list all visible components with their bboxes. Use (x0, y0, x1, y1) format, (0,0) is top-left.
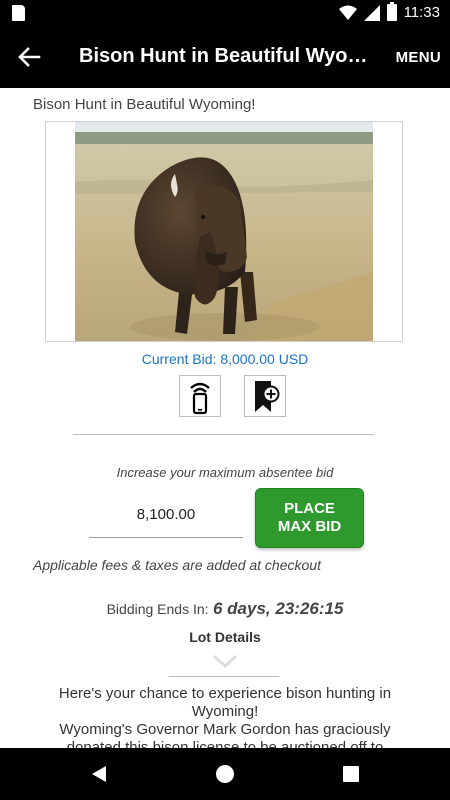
nav-recents-icon[interactable] (343, 766, 359, 782)
fees-note: Applicable fees & taxes are added at che… (33, 557, 321, 573)
bidding-countdown: Bidding Ends In: 6 days, 23:26:15 (0, 599, 450, 619)
system-nav-bar (0, 748, 450, 800)
nav-home-icon[interactable] (216, 765, 234, 783)
bidding-ends-label: Bidding Ends In: (106, 601, 209, 617)
sd-card-icon (12, 5, 25, 21)
bookmark-add-icon (255, 381, 280, 412)
clock: 11:33 (403, 4, 440, 21)
description-line-2: Wyoming's Governor Mark Gordon has graci… (59, 721, 391, 748)
status-bar: 11:33 (0, 0, 450, 26)
current-bid: Current Bid: 8,000.00 USD (141, 351, 309, 367)
lot-details-heading[interactable]: Lot Details (0, 629, 450, 645)
lot-content[interactable]: Bison Hunt in Beautiful Wyoming! Current… (0, 88, 450, 748)
place-bid-label-line2: MAX BID (277, 518, 342, 535)
place-max-bid-button[interactable]: PLACE MAX BID (255, 488, 364, 548)
divider (73, 434, 374, 435)
bison-photo[interactable] (75, 122, 373, 341)
chevron-down-icon[interactable] (212, 654, 238, 668)
phone-signal-icon (190, 382, 210, 415)
app-bar: Bison Hunt in Beautiful Wyoming! MENU (0, 26, 450, 88)
signal-icon (363, 4, 380, 21)
max-bid-input[interactable] (89, 492, 243, 538)
wifi-icon (338, 5, 357, 20)
lot-title: Bison Hunt in Beautiful Wyoming! (33, 96, 256, 113)
lot-photo-frame (45, 121, 403, 342)
increase-bid-label: Increase your maximum absentee bid (116, 465, 334, 480)
add-to-watchlist-button[interactable] (244, 375, 286, 417)
nav-back-icon[interactable] (90, 765, 108, 783)
page-title: Bison Hunt in Beautiful Wyoming! (79, 45, 379, 67)
lot-details-divider (169, 676, 279, 677)
battery-icon (386, 2, 397, 21)
bidding-ends-value: 6 days, 23:26:15 (213, 599, 344, 618)
place-bid-label-line1: PLACE (284, 500, 335, 517)
back-arrow-icon[interactable] (14, 42, 44, 72)
lot-description: Here's your chance to experience bison h… (48, 685, 402, 748)
remote-bidding-button[interactable] (179, 375, 221, 417)
description-line-1: Here's your chance to experience bison h… (58, 685, 392, 720)
menu-button[interactable]: MENU (396, 49, 441, 66)
